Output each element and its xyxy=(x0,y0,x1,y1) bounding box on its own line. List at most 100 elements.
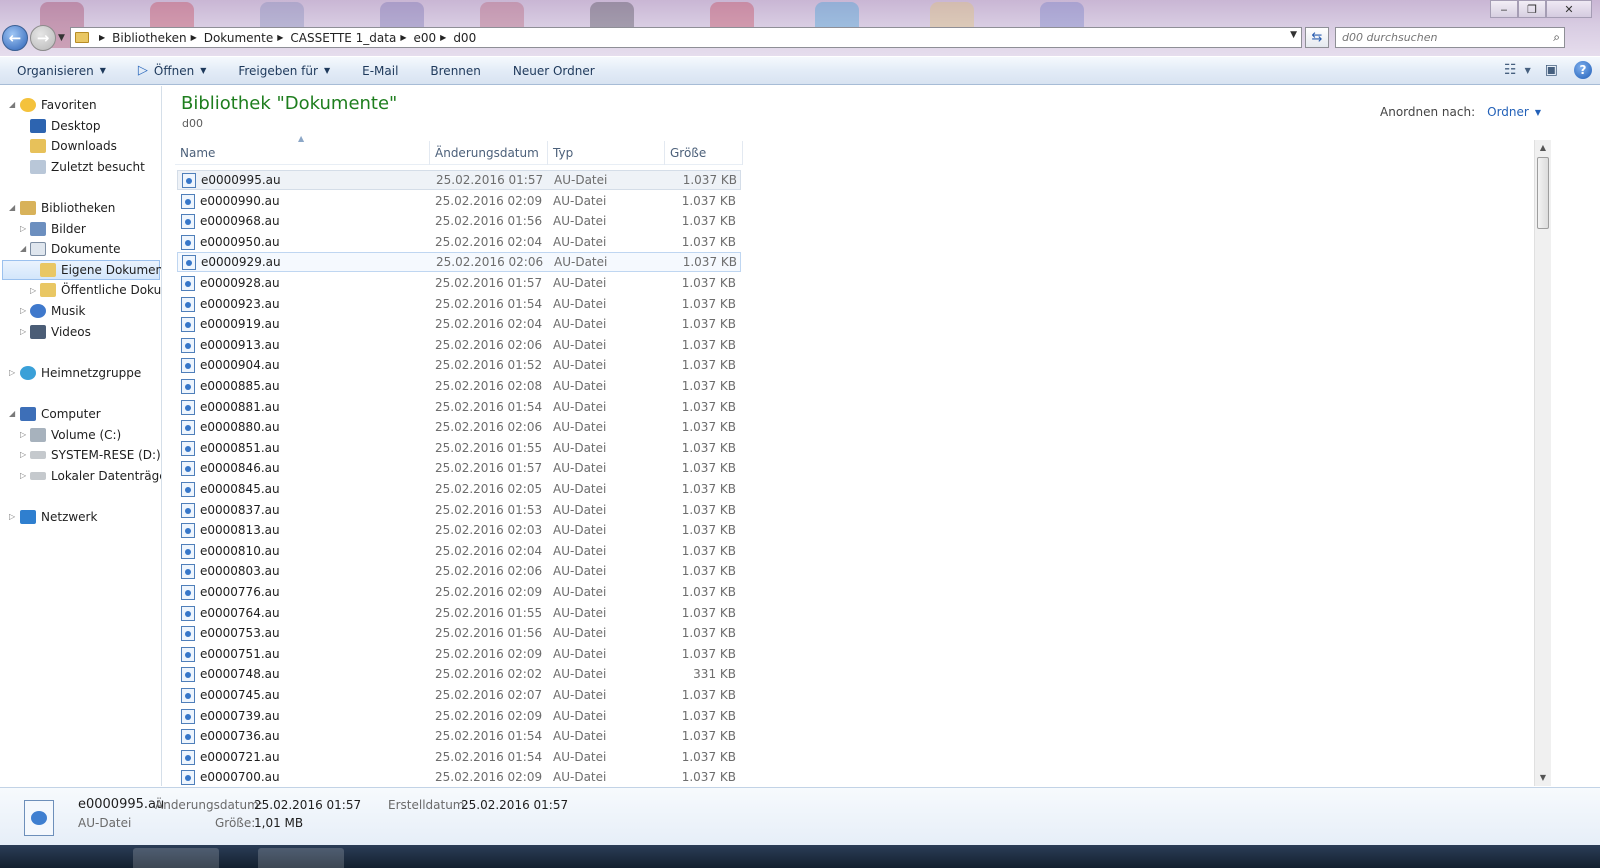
nav-item-libraries[interactable]: Bibliotheken xyxy=(20,198,115,218)
nav-item-music[interactable]: Musik xyxy=(30,301,86,321)
file-row[interactable]: e0000885.au 25.02.2016 02:08 AU-Datei 1.037… xyxy=(177,376,741,396)
file-row[interactable]: e0000764.au 25.02.2016 01:55 AU-Datei 1.037… xyxy=(177,603,741,623)
nav-item-public-documents[interactable]: Öffentliche Dokume xyxy=(40,280,161,300)
breadcrumb-item[interactable]: CASSETTE 1_data xyxy=(290,31,396,45)
file-row[interactable]: e0000700.au 25.02.2016 02:09 AU-Datei 1.037… xyxy=(177,767,741,787)
column-header-size[interactable]: Größe xyxy=(665,141,743,165)
file-row[interactable]: e0000968.au 25.02.2016 01:56 AU-Datei 1.037… xyxy=(177,211,741,231)
file-row[interactable]: e0000904.au 25.02.2016 01:52 AU-Datei 1.037… xyxy=(177,355,741,375)
collapsed-arrow-icon[interactable]: ▷ xyxy=(20,430,26,439)
file-row[interactable]: e0000928.au 25.02.2016 01:57 AU-Datei 1.037… xyxy=(177,273,741,293)
close-button[interactable]: ✕ xyxy=(1546,0,1592,18)
file-row[interactable]: e0000995.au 25.02.2016 01:57 AU-Datei 1.037… xyxy=(177,170,741,190)
file-row[interactable]: e0000736.au 25.02.2016 01:54 AU-Datei 1.037… xyxy=(177,726,741,746)
maximize-button[interactable]: ❐ xyxy=(1518,0,1546,18)
refresh-button[interactable]: ⇆ xyxy=(1305,27,1329,48)
nav-item-downloads[interactable]: Downloads xyxy=(30,136,117,156)
expand-arrow-icon[interactable]: ◢ xyxy=(9,409,15,418)
file-row[interactable]: e0000881.au 25.02.2016 01:54 AU-Datei 1.037… xyxy=(177,397,741,417)
collapsed-arrow-icon[interactable]: ▷ xyxy=(20,306,26,315)
search-input[interactable] xyxy=(1336,28,1536,47)
file-row[interactable]: e0000751.au 25.02.2016 02:09 AU-Datei 1.037… xyxy=(177,644,741,664)
help-icon[interactable]: ? xyxy=(1574,61,1592,79)
file-row[interactable]: e0000748.au 25.02.2016 02:02 AU-Datei 331 K… xyxy=(177,664,741,684)
preview-pane-icon[interactable]: ▣ xyxy=(1545,62,1558,78)
file-row[interactable]: e0000923.au 25.02.2016 01:54 AU-Datei 1.037… xyxy=(177,294,741,314)
file-row[interactable]: e0000950.au 25.02.2016 02:04 AU-Datei 1.037… xyxy=(177,232,741,252)
nav-item-system-d[interactable]: SYSTEM-RESE (D:) xyxy=(30,445,161,465)
expand-arrow-icon[interactable]: ◢ xyxy=(9,100,15,109)
file-row[interactable]: e0000919.au 25.02.2016 02:04 AU-Datei 1.037… xyxy=(177,314,741,334)
address-history-dropdown[interactable]: ▼ xyxy=(1290,30,1297,40)
file-row[interactable]: e0000990.au 25.02.2016 02:09 AU-Datei 1.037… xyxy=(177,191,741,211)
collapsed-arrow-icon[interactable]: ▷ xyxy=(20,224,26,233)
nav-item-recent[interactable]: Zuletzt besucht xyxy=(30,157,145,177)
taskbar-button[interactable] xyxy=(133,848,219,868)
file-row[interactable]: e0000753.au 25.02.2016 01:56 AU-Datei 1.037… xyxy=(177,623,741,643)
file-row[interactable]: e0000810.au 25.02.2016 02:04 AU-Datei 1.037… xyxy=(177,541,741,561)
nav-item-computer[interactable]: Computer xyxy=(20,404,101,424)
file-row[interactable]: e0000851.au 25.02.2016 01:55 AU-Datei 1.037… xyxy=(177,438,741,458)
column-header-name[interactable]: Name xyxy=(175,141,430,165)
breadcrumb-item[interactable]: Dokumente xyxy=(204,31,274,45)
file-row[interactable]: e0000846.au 25.02.2016 01:57 AU-Datei 1.037… xyxy=(177,458,741,478)
expand-arrow-icon[interactable]: ◢ xyxy=(9,203,15,212)
nav-item-volume-c[interactable]: Volume (C:) xyxy=(30,425,121,445)
chevron-right-icon[interactable]: ▶ xyxy=(99,33,105,42)
open-button[interactable]: ▷ Öffnen ▼ xyxy=(121,63,221,78)
collapsed-arrow-icon[interactable]: ▷ xyxy=(20,327,26,336)
email-button[interactable]: E-Mail xyxy=(345,64,413,78)
scroll-down-icon[interactable]: ▼ xyxy=(1535,770,1551,786)
nav-item-documents[interactable]: Dokumente xyxy=(30,239,121,259)
column-header-date[interactable]: Änderungsdatum xyxy=(430,141,548,165)
chevron-down-icon[interactable]: ▼ xyxy=(1535,108,1541,117)
nav-item-network[interactable]: Netzwerk xyxy=(20,507,97,527)
file-row[interactable]: e0000929.au 25.02.2016 02:06 AU-Datei 1.037… xyxy=(177,252,741,272)
search-icon[interactable]: ⌕ xyxy=(1553,30,1560,45)
taskbar-button[interactable] xyxy=(258,848,344,868)
scrollbar-thumb[interactable] xyxy=(1537,157,1549,229)
chevron-right-icon[interactable]: ▶ xyxy=(277,33,283,42)
scroll-up-icon[interactable]: ▲ xyxy=(1535,140,1551,156)
collapsed-arrow-icon[interactable]: ▷ xyxy=(9,512,15,521)
nav-item-pictures[interactable]: Bilder xyxy=(30,219,86,239)
column-header-type[interactable]: Typ xyxy=(548,141,665,165)
collapsed-arrow-icon[interactable]: ▷ xyxy=(20,471,26,480)
chevron-down-icon[interactable]: ▼ xyxy=(1525,66,1531,75)
recent-pages-dropdown[interactable]: ▼ xyxy=(58,33,65,43)
file-row[interactable]: e0000845.au 25.02.2016 02:05 AU-Datei 1.037… xyxy=(177,479,741,499)
breadcrumb-item[interactable]: e00 xyxy=(414,31,437,45)
chevron-right-icon[interactable]: ▶ xyxy=(191,33,197,42)
breadcrumb-item[interactable]: d00 xyxy=(453,31,476,45)
file-row[interactable]: e0000913.au 25.02.2016 02:06 AU-Datei 1.037… xyxy=(177,335,741,355)
chevron-right-icon[interactable]: ▶ xyxy=(400,33,406,42)
arrange-dropdown[interactable]: Ordner xyxy=(1487,105,1529,119)
breadcrumb-item[interactable]: Bibliotheken xyxy=(112,31,186,45)
forward-button[interactable]: → xyxy=(30,25,56,51)
share-menu[interactable]: Freigeben für ▼ xyxy=(221,64,345,78)
nav-item-my-documents[interactable]: Eigene Dokumente xyxy=(2,260,161,280)
nav-item-local-disk[interactable]: Lokaler Datenträger (E xyxy=(30,466,161,486)
organize-menu[interactable]: Organisieren ▼ xyxy=(0,64,121,78)
address-bar[interactable]: ▶ Bibliotheken ▶ Dokumente ▶ CASSETTE 1_… xyxy=(70,27,1302,48)
nav-item-homegroup[interactable]: Heimnetzgruppe xyxy=(20,363,141,383)
file-row[interactable]: e0000776.au 25.02.2016 02:09 AU-Datei 1.037… xyxy=(177,582,741,602)
search-box[interactable]: ⌕ xyxy=(1335,27,1565,48)
new-folder-button[interactable]: Neuer Ordner xyxy=(496,64,610,78)
view-options-icon[interactable]: ☷ xyxy=(1504,62,1517,78)
file-row[interactable]: e0000803.au 25.02.2016 02:06 AU-Datei 1.037… xyxy=(177,561,741,581)
collapsed-arrow-icon[interactable]: ▷ xyxy=(30,286,36,295)
file-row[interactable]: e0000880.au 25.02.2016 02:06 AU-Datei 1.037… xyxy=(177,417,741,437)
chevron-right-icon[interactable]: ▶ xyxy=(440,33,446,42)
file-row[interactable]: e0000837.au 25.02.2016 01:53 AU-Datei 1.037… xyxy=(177,500,741,520)
expand-arrow-icon[interactable]: ◢ xyxy=(20,244,26,253)
burn-button[interactable]: Brennen xyxy=(413,64,495,78)
nav-item-favorites[interactable]: Favoriten xyxy=(20,95,97,115)
file-row[interactable]: e0000813.au 25.02.2016 02:03 AU-Datei 1.037… xyxy=(177,520,741,540)
collapsed-arrow-icon[interactable]: ▷ xyxy=(9,368,15,377)
file-row[interactable]: e0000739.au 25.02.2016 02:09 AU-Datei 1.037… xyxy=(177,706,741,726)
nav-item-videos[interactable]: Videos xyxy=(30,322,91,342)
vertical-scrollbar[interactable]: ▲ ▼ xyxy=(1534,140,1551,786)
collapsed-arrow-icon[interactable]: ▷ xyxy=(20,450,26,459)
nav-item-desktop[interactable]: Desktop xyxy=(30,116,101,136)
